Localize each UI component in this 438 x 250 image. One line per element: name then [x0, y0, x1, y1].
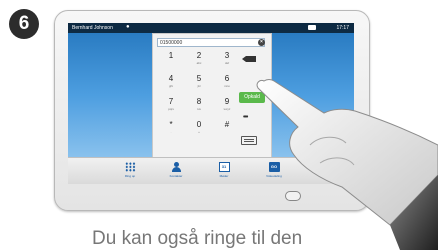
- key-8[interactable]: 8 tuv: [184, 97, 214, 115]
- key-star[interactable]: *.: [156, 120, 186, 138]
- taskbar-item-meetings[interactable]: 31 Møder: [204, 162, 244, 182]
- key-9[interactable]: 9 wxyz: [212, 97, 242, 115]
- pointing-hand: [256, 79, 438, 250]
- key-hash[interactable]: #: [212, 120, 242, 138]
- status-bar: Bernhard Johnson ● 17:17: [68, 23, 354, 33]
- clock: 17:17: [336, 25, 349, 31]
- dial-input[interactable]: 01500000: [157, 38, 265, 47]
- key-4[interactable]: 4 ghi: [156, 74, 186, 92]
- taskbar-item-contacts[interactable]: Kontakter: [156, 162, 196, 182]
- caption-text: Du kan også ringe til den: [92, 228, 303, 249]
- user-name[interactable]: Bernhard Johnson: [72, 25, 113, 31]
- person-icon: [171, 162, 182, 172]
- key-0[interactable]: 0 +: [184, 120, 214, 138]
- grid-icon: [124, 162, 136, 172]
- backspace-icon[interactable]: [240, 53, 260, 64]
- step-number-badge: 6: [9, 9, 39, 39]
- key-2[interactable]: 2 abc: [184, 51, 214, 69]
- more-options-icon[interactable]: •••: [243, 114, 248, 121]
- calendar-icon: 31: [218, 162, 230, 172]
- key-3[interactable]: 3 def: [212, 51, 242, 69]
- clear-input-icon[interactable]: ×: [258, 39, 265, 46]
- key-5[interactable]: 5 jkl: [184, 74, 214, 92]
- key-7[interactable]: 7 pqrs: [156, 97, 186, 115]
- taskbar-item-call[interactable]: Ring op: [110, 162, 150, 182]
- camera-icon[interactable]: [308, 25, 316, 30]
- key-1[interactable]: 1: [156, 51, 186, 69]
- key-6[interactable]: 6 mno: [212, 74, 242, 92]
- help-icon[interactable]: ●: [126, 24, 130, 30]
